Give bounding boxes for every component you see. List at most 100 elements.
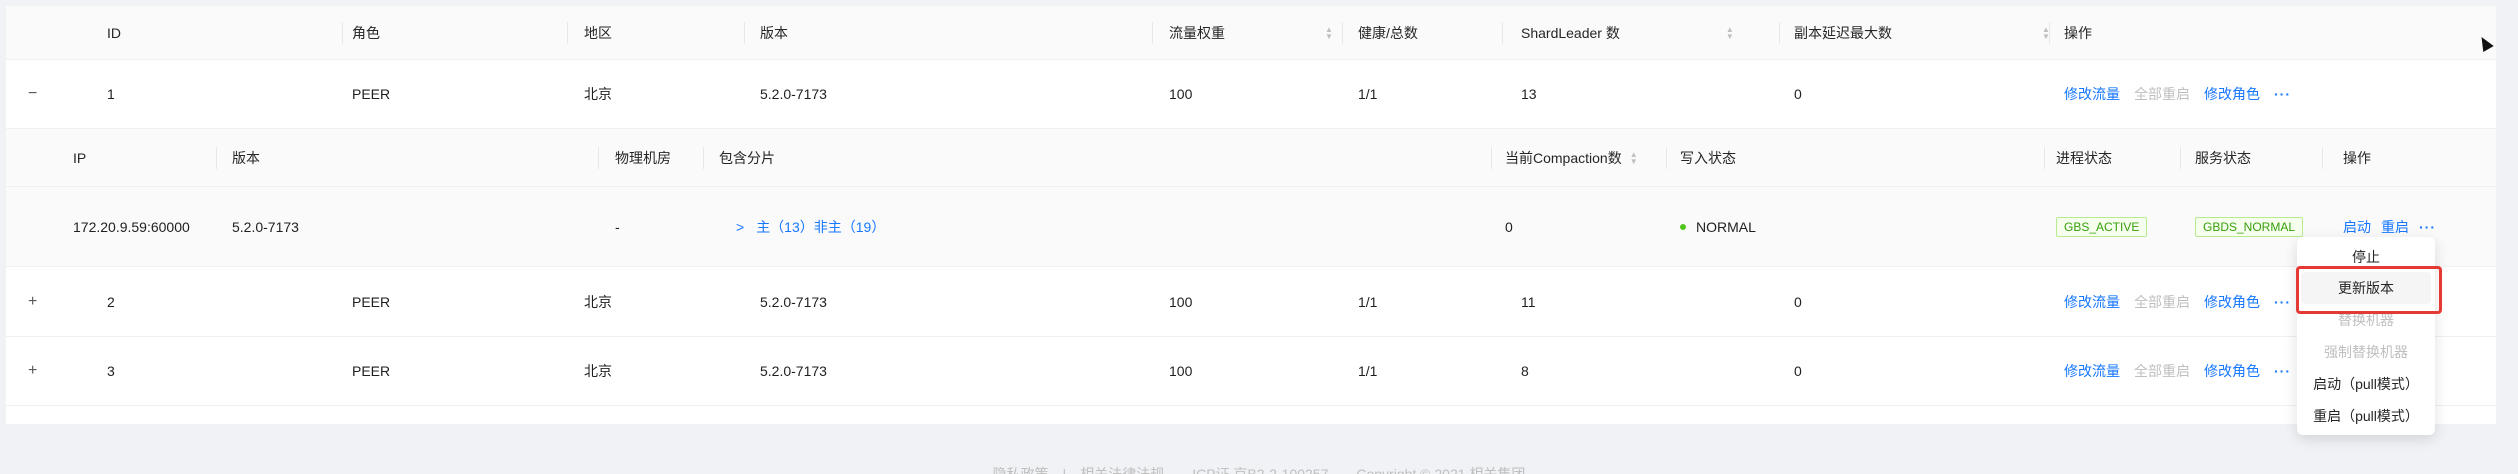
sub-header-service-state: 服务状态 (2195, 149, 2251, 166)
restart-all-link: 全部重启 (2134, 293, 2190, 310)
header-divider (744, 22, 745, 44)
cell-version: 5.2.0-7173 (760, 363, 827, 379)
collapse-icon[interactable]: − (28, 60, 37, 128)
sub-header-ops: 操作 (2343, 149, 2371, 166)
header-divider (2049, 22, 2050, 44)
more-actions-menu: 停止 更新版本 替换机器 强制替换机器 启动（pull模式） 重启（pull模式… (2297, 237, 2435, 435)
status-dot-icon (1680, 224, 1686, 230)
cell-version: 5.2.0-7173 (760, 293, 827, 310)
modify-traffic-link[interactable]: 修改流量 (2064, 292, 2120, 312)
table-header: ID 角色 地区 版本 流量权重 ▲ ▼ 健康/总数 ShardLeader 数 … (6, 6, 2496, 60)
sub-header-ip: IP (73, 149, 87, 166)
more-icon[interactable]: ··· (2274, 294, 2291, 310)
write-state-label: NORMAL (1696, 219, 1756, 235)
menu-item-update-version[interactable]: 更新版本 (2301, 272, 2431, 304)
process-state-tag: GBS_ACTIVE (2056, 217, 2148, 237)
sub-header-compaction-label: 当前Compaction数 (1505, 149, 1622, 166)
cell-traffic-weight: 100 (1169, 293, 1193, 310)
cell-replica-lag: 0 (1794, 86, 1802, 102)
header-divider (1491, 147, 1492, 169)
cell-shard-leader: 8 (1521, 363, 1529, 379)
sub-header-compaction[interactable]: 当前Compaction数 ▲ ▼ (1505, 129, 1638, 186)
expanded-subtable: IP 版本 物理机房 包含分片 当前Compaction数 ▲ ▼ 写入状态 进程… (6, 129, 2496, 267)
more-icon[interactable]: ··· (2274, 363, 2291, 379)
sort-icon[interactable]: ▲ ▼ (1630, 150, 1638, 165)
table-row: + 2 PEER 北京 5.2.0-7173 100 1/1 11 0 修改流量… (6, 267, 2496, 337)
header-replica-lag[interactable]: 副本延迟最大数 ▲ ▼ (1794, 6, 2050, 59)
expand-icon[interactable]: + (28, 267, 37, 336)
table-row: + 3 PEER 北京 5.2.0-7173 100 1/1 8 0 修改流量 … (6, 337, 2496, 406)
cell-role: PEER (352, 293, 391, 310)
row-actions: 修改流量 全部重启 修改角色 ··· (2064, 60, 2291, 128)
sub-header-process-state: 进程状态 (2056, 149, 2112, 166)
header-divider (1502, 22, 1503, 44)
sub-cell-compaction: 0 (1505, 219, 1513, 235)
cell-health: 1/1 (1358, 363, 1378, 379)
more-icon[interactable]: ··· (2419, 219, 2436, 235)
menu-item-replace-machine: 替换机器 (2338, 312, 2394, 328)
modify-traffic-link[interactable]: 修改流量 (2064, 361, 2120, 381)
header-id: ID (107, 24, 121, 41)
cell-health: 1/1 (1358, 86, 1378, 102)
sub-header-machine-room: 物理机房 (615, 149, 671, 166)
start-link[interactable]: 启动 (2343, 217, 2371, 237)
header-divider (342, 22, 343, 44)
header-divider (598, 147, 599, 169)
cell-id: 1 (107, 86, 115, 102)
sub-cell-machine-room: - (615, 219, 620, 235)
cell-region: 北京 (584, 363, 612, 379)
sort-icon[interactable]: ▲ ▼ (1325, 25, 1333, 40)
cell-traffic-weight: 100 (1169, 86, 1193, 102)
sort-icon[interactable]: ▲ ▼ (1726, 25, 1734, 40)
cell-id: 2 (107, 293, 115, 310)
header-divider (567, 22, 568, 44)
menu-item-stop[interactable]: 停止 (2297, 241, 2435, 273)
instance-table: ID 角色 地区 版本 流量权重 ▲ ▼ 健康/总数 ShardLeader 数 … (6, 6, 2496, 424)
cell-region: 北京 (584, 293, 612, 310)
menu-item-force-replace-machine: 强制替换机器 (2324, 344, 2408, 360)
expand-icon[interactable]: + (28, 337, 37, 405)
page-footer: 隐私政策 | 相关法律法规 ICP证 京B2-2-100257 Copyrigh… (992, 466, 1526, 474)
header-divider (1152, 22, 1153, 44)
cell-region: 北京 (584, 86, 612, 102)
header-ops: 操作 (2064, 24, 2092, 41)
menu-item-restart-pull[interactable]: 重启（pull模式） (2297, 400, 2435, 432)
cell-health: 1/1 (1358, 293, 1378, 310)
header-divider (216, 147, 217, 169)
sub-cell-write-state: NORMAL (1680, 187, 1756, 267)
header-shard-leader-label: ShardLeader 数 (1521, 24, 1620, 41)
modify-role-link[interactable]: 修改角色 (2204, 292, 2260, 312)
header-health: 健康/总数 (1358, 24, 1418, 41)
header-traffic-weight-label: 流量权重 (1169, 24, 1225, 41)
row-actions: 修改流量 全部重启 修改角色 ··· (2064, 267, 2291, 336)
table-row: − 1 PEER 北京 5.2.0-7173 100 1/1 13 0 修改流量… (6, 60, 2496, 129)
row-actions: 修改流量 全部重启 修改角色 ··· (2064, 337, 2291, 405)
cell-replica-lag: 0 (1794, 363, 1802, 379)
cell-replica-lag: 0 (1794, 293, 1802, 310)
sub-cell-ip: 172.20.9.59:60000 (73, 219, 190, 235)
shards-expander[interactable]: > 主（13）非主（19） (736, 187, 885, 267)
cell-role: PEER (352, 363, 391, 379)
modify-role-link[interactable]: 修改角色 (2204, 361, 2260, 381)
header-divider (2044, 147, 2045, 169)
header-role: 角色 (352, 24, 380, 41)
modify-role-link[interactable]: 修改角色 (2204, 84, 2260, 104)
header-version: 版本 (760, 24, 788, 41)
restart-link[interactable]: 重启 (2381, 217, 2409, 237)
cell-id: 3 (107, 363, 115, 379)
service-state-tag: GBDS_NORMAL (2195, 217, 2304, 237)
subtable-header: IP 版本 物理机房 包含分片 当前Compaction数 ▲ ▼ 写入状态 进程… (6, 129, 2496, 187)
modify-traffic-link[interactable]: 修改流量 (2064, 84, 2120, 104)
restart-all-link: 全部重启 (2134, 86, 2190, 102)
cell-version: 5.2.0-7173 (760, 86, 827, 102)
header-shard-leader[interactable]: ShardLeader 数 ▲ ▼ (1521, 6, 1734, 59)
sub-cell-shards: 主（13）非主（19） (756, 219, 886, 235)
sub-cell-version: 5.2.0-7173 (232, 219, 299, 235)
more-icon[interactable]: ··· (2274, 86, 2291, 102)
cell-traffic-weight: 100 (1169, 363, 1193, 379)
sub-cell-service-state: GBDS_NORMAL (2195, 187, 2304, 267)
header-divider (1342, 22, 1343, 44)
menu-item-start-pull[interactable]: 启动（pull模式） (2297, 368, 2435, 400)
header-replica-lag-label: 副本延迟最大数 (1794, 24, 1892, 41)
header-traffic-weight[interactable]: 流量权重 ▲ ▼ (1169, 6, 1333, 59)
